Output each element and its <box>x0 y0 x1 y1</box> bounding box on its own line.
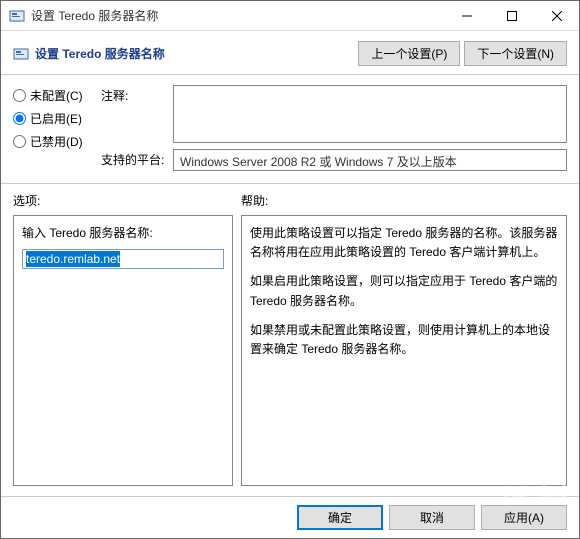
server-name-value: teredo.remlab.net <box>26 251 120 267</box>
divider <box>1 183 579 184</box>
column-headers: 选项: 帮助: <box>1 192 579 215</box>
divider <box>1 74 579 75</box>
help-paragraph: 如果启用此策略设置，则可以指定应用于 Teredo 客户端的 Teredo 服务… <box>250 272 558 310</box>
previous-setting-button[interactable]: 上一个设置(P) <box>358 41 460 66</box>
header-title: 设置 Teredo 服务器名称 <box>35 45 358 62</box>
help-paragraph: 如果禁用或未配置此策略设置，则使用计算机上的本地设置来确定 Teredo 服务器… <box>250 321 558 359</box>
titlebar[interactable]: 设置 Teredo 服务器名称 <box>1 1 579 31</box>
maximize-button[interactable] <box>489 1 534 30</box>
radio-unconfigured-label: 未配置(C) <box>30 87 83 104</box>
next-setting-button[interactable]: 下一个设置(N) <box>464 41 567 66</box>
radio-enabled[interactable]: 已启用(E) <box>13 110 91 127</box>
panes: 输入 Teredo 服务器名称: teredo.remlab.net 使用此策略… <box>1 215 579 486</box>
comment-label: 注释: <box>101 85 167 104</box>
header: 设置 Teredo 服务器名称 上一个设置(P) 下一个设置(N) <box>1 31 579 74</box>
apply-button[interactable]: 应用(A) <box>481 505 567 530</box>
radio-disabled-label: 已禁用(D) <box>30 133 83 150</box>
close-button[interactable] <box>534 1 579 30</box>
dialog-window: 设置 Teredo 服务器名称 设置 Teredo 服务器名称 上一个设置(P)… <box>0 0 580 539</box>
state-radiogroup: 未配置(C) 已启用(E) 已禁用(D) <box>13 85 91 171</box>
policy-icon <box>13 46 29 62</box>
radio-unconfigured[interactable]: 未配置(C) <box>13 87 91 104</box>
platform-value: Windows Server 2008 R2 或 Windows 7 及以上版本 <box>173 149 567 171</box>
help-paragraph: 使用此策略设置可以指定 Teredo 服务器的名称。该服务器名称将用在应用此策略… <box>250 224 558 262</box>
help-pane: 使用此策略设置可以指定 Teredo 服务器的名称。该服务器名称将用在应用此策略… <box>241 215 567 486</box>
platform-label: 支持的平台: <box>101 149 167 168</box>
options-pane: 输入 Teredo 服务器名称: teredo.remlab.net <box>13 215 233 486</box>
minimize-button[interactable] <box>444 1 489 30</box>
radio-unconfigured-input[interactable] <box>13 89 26 102</box>
radio-enabled-input[interactable] <box>13 112 26 125</box>
config-section: 未配置(C) 已启用(E) 已禁用(D) 注释: 支持的平台: Windows … <box>1 85 579 177</box>
policy-icon <box>9 8 25 24</box>
server-name-label: 输入 Teredo 服务器名称: <box>22 224 224 241</box>
comment-textarea[interactable] <box>173 85 567 143</box>
server-name-input[interactable]: teredo.remlab.net <box>22 249 224 269</box>
cancel-button[interactable]: 取消 <box>389 505 475 530</box>
options-column-label: 选项: <box>13 192 241 209</box>
window-title: 设置 Teredo 服务器名称 <box>31 7 444 24</box>
radio-disabled[interactable]: 已禁用(D) <box>13 133 91 150</box>
help-column-label: 帮助: <box>241 192 567 209</box>
ok-button[interactable]: 确定 <box>297 505 383 530</box>
radio-disabled-input[interactable] <box>13 135 26 148</box>
footer: 确定 取消 应用(A) <box>1 496 579 538</box>
radio-enabled-label: 已启用(E) <box>30 110 82 127</box>
